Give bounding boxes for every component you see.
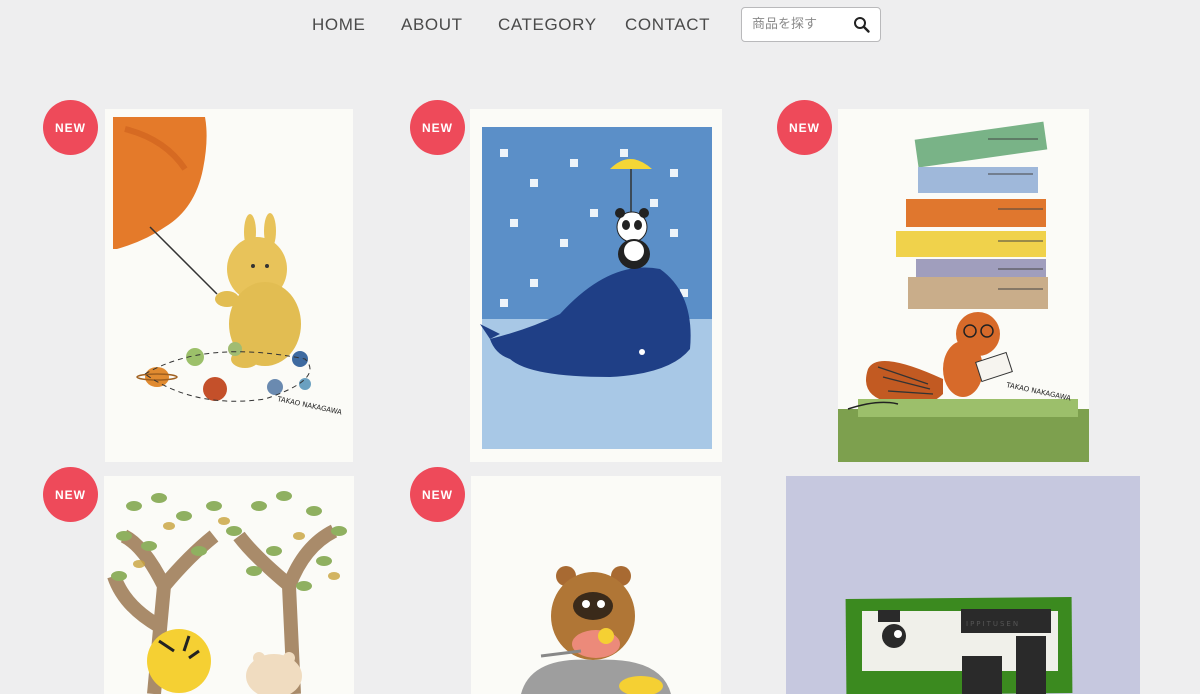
- new-badge: NEW: [43, 100, 98, 155]
- product-card-panda-sign[interactable]: IPPITUSEN: [786, 476, 1140, 694]
- nav-contact[interactable]: CONTACT: [625, 15, 710, 35]
- top-nav: HOME ABOUT CATEGORY CONTACT: [0, 0, 1200, 50]
- search-box: [741, 7, 881, 42]
- product-card-squirrel[interactable]: TAKAO NAKAGAWA: [838, 109, 1089, 462]
- nav-about[interactable]: ABOUT: [401, 15, 463, 35]
- squirrel-illustration: TAKAO NAKAGAWA: [838, 109, 1089, 462]
- panda-whale-illustration: [470, 109, 722, 462]
- new-badge: NEW: [410, 100, 465, 155]
- sign-text: IPPITUSEN: [966, 620, 1020, 628]
- panda-sign-photo: IPPITUSEN: [786, 476, 1140, 694]
- nav-category[interactable]: CATEGORY: [498, 15, 597, 35]
- rabbit-illustration: TAKAO NAKAGAWA: [105, 109, 353, 462]
- product-card-panda-whale[interactable]: [470, 109, 722, 462]
- new-badge: NEW: [777, 100, 832, 155]
- new-badge: NEW: [410, 467, 465, 522]
- search-icon[interactable]: [852, 15, 872, 35]
- search-input[interactable]: [742, 8, 842, 41]
- product-card-rabbit[interactable]: TAKAO NAKAGAWA: [105, 109, 353, 462]
- product-card-tanuki[interactable]: [471, 476, 721, 694]
- tiger-bear-illustration: [104, 476, 354, 694]
- new-badge: NEW: [43, 467, 98, 522]
- tanuki-illustration: [471, 476, 721, 694]
- product-card-tiger-bear[interactable]: [104, 476, 354, 694]
- nav-home[interactable]: HOME: [312, 15, 365, 35]
